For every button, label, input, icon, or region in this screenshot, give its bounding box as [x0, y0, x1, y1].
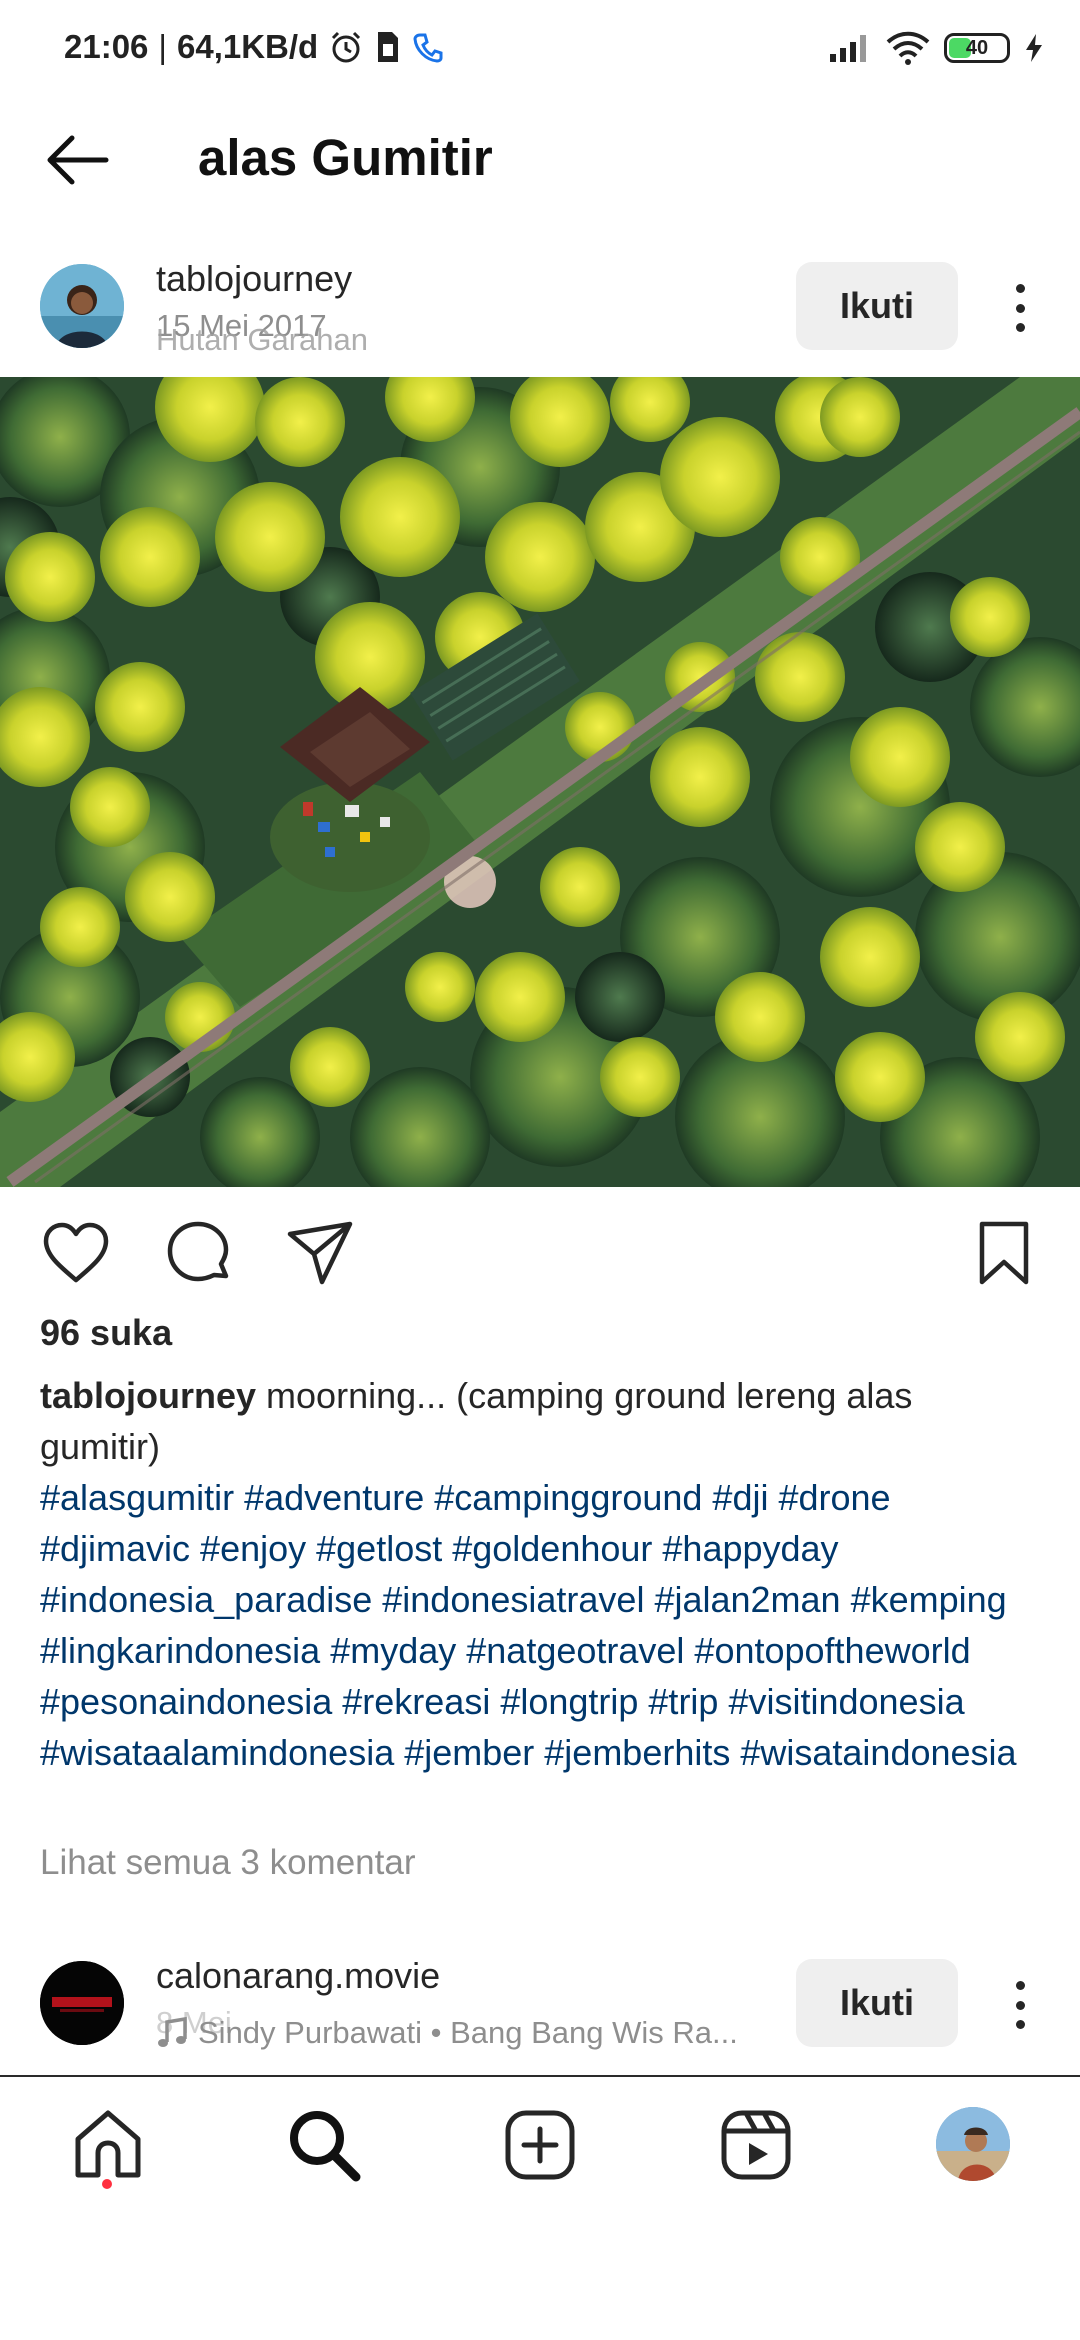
post-header: tablojourney 15 Mei 2017 Hutan Garahan I…: [0, 250, 1080, 370]
status-bar: 21:06 | 64,1KB/d 40: [0, 0, 1080, 100]
status-left: 21:06 | 64,1KB/d: [64, 28, 444, 66]
share-button[interactable]: [286, 1220, 354, 1288]
profile-avatar: [936, 2107, 1010, 2181]
heart-icon: [43, 1222, 109, 1283]
more-dot: [1015, 2020, 1025, 2029]
more-options-button[interactable]: [1000, 280, 1040, 336]
wifi-icon: [886, 31, 930, 65]
more-dot: [1015, 323, 1025, 332]
sim-card-icon: [378, 32, 399, 62]
bottom-navigation: [0, 2075, 1080, 2205]
post-location[interactable]: Hutan Garahan: [156, 322, 368, 358]
status-network-speed: 64,1KB/d: [176, 28, 319, 65]
post-actions: [0, 1210, 1080, 1290]
post-author-avatar[interactable]: [40, 264, 124, 348]
next-post-music-text: Sindy Purbawati • Bang Bang Wis Ra...: [198, 2015, 738, 2050]
battery-level: 40: [965, 36, 989, 59]
avatar-image: [40, 264, 124, 348]
more-dot: [1015, 284, 1025, 293]
back-button[interactable]: [42, 132, 112, 188]
battery-icon: 40: [944, 33, 1010, 63]
likes-count[interactable]: 96 suka: [40, 1312, 172, 1354]
post-author-username[interactable]: tablojourney: [156, 258, 352, 300]
more-dot: [1015, 1981, 1025, 1990]
more-dot: [1015, 2000, 1025, 2010]
charging-icon: [1026, 34, 1042, 62]
movie-logo-image: [40, 1961, 124, 2045]
next-post-avatar[interactable]: [40, 1961, 124, 2045]
next-post-more-options-button[interactable]: [1000, 1977, 1040, 2033]
nav-home[interactable]: [70, 2107, 146, 2183]
next-post-header: calonarang.movie 8 Mei Sindy Purbawati •…: [0, 1945, 1080, 2075]
home-notification-dot: [102, 2179, 112, 2189]
save-button[interactable]: [970, 1220, 1038, 1288]
nav-search[interactable]: [286, 2107, 362, 2183]
nav-create[interactable]: [502, 2107, 578, 2183]
view-all-comments-link[interactable]: Lihat semua 3 komentar: [40, 1843, 415, 1883]
bookmark-icon: [979, 1221, 1029, 1285]
search-icon: [290, 2111, 361, 2182]
next-post-username[interactable]: calonarang.movie: [156, 1955, 440, 1997]
paper-plane-icon: [287, 1221, 353, 1285]
nav-profile[interactable]: [936, 2107, 1010, 2181]
status-separator: |: [158, 28, 167, 65]
comment-button[interactable]: [164, 1220, 232, 1288]
page-title: alas Gumitir: [198, 129, 493, 186]
post-hashtags[interactable]: #alasgumitir #adventure #campingground #…: [40, 1472, 1050, 1778]
next-post-follow-button[interactable]: Ikuti: [796, 1959, 958, 2047]
comment-bubble-icon: [167, 1221, 229, 1282]
signal-icon: [830, 35, 866, 62]
alarm-icon: [332, 31, 361, 63]
aerial-forest-image: [0, 377, 1080, 1187]
home-icon: [75, 2110, 141, 2178]
add-post-icon: [505, 2110, 575, 2180]
follow-button[interactable]: Ikuti: [796, 262, 958, 350]
arrow-left-icon: [47, 135, 109, 185]
status-right: 40: [828, 30, 1044, 66]
music-note-icon: [158, 2016, 187, 2047]
next-post-music[interactable]: Sindy Purbawati • Bang Bang Wis Ra...: [156, 2015, 738, 2051]
nav-reels[interactable]: [718, 2107, 794, 2183]
top-bar: alas Gumitir: [0, 110, 1080, 210]
reels-icon: [721, 2110, 791, 2180]
caption-username[interactable]: tablojourney: [40, 1375, 256, 1416]
like-button[interactable]: [42, 1220, 110, 1288]
phone-call-icon: [413, 33, 443, 63]
status-time: 21:06: [64, 28, 149, 65]
post-photo[interactable]: [0, 377, 1080, 1187]
more-dot: [1015, 303, 1025, 313]
post-caption: tablojourney moorning... (camping ground…: [40, 1370, 1040, 1472]
